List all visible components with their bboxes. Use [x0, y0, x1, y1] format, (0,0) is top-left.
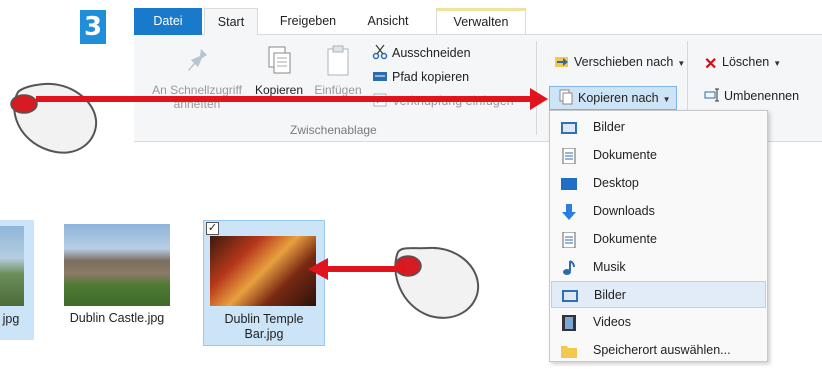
- mouse-icon: [394, 246, 480, 319]
- arrow-left-icon: [308, 258, 406, 280]
- arrow-right-icon: [36, 88, 548, 110]
- mouse-icon: [10, 82, 98, 154]
- annotation-overlay: [10, 82, 548, 319]
